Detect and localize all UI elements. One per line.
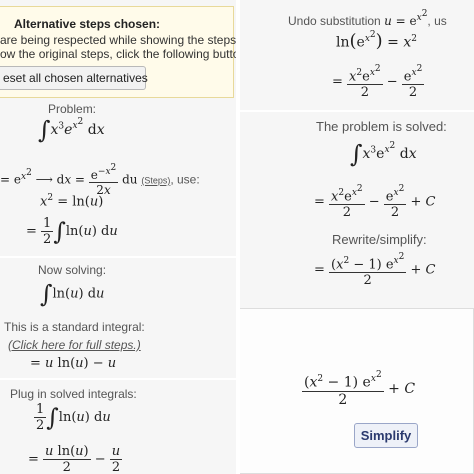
solved-result: = x2ex2 2 − ex2 2 + C — [314, 184, 436, 221]
standard-integral-result: = u ln(u) − u — [30, 356, 117, 371]
use-label: , use: — [170, 172, 200, 187]
steps-link[interactable]: (Steps) — [141, 176, 170, 186]
log-identity: ln(ex2) = x2 — [336, 30, 417, 52]
rewritten-integral: = 1 2 ∫ln(u) du — [26, 216, 118, 247]
now-solving-label: Now solving: — [38, 263, 107, 277]
plug-in-label: Plug in solved integrals: — [10, 387, 137, 401]
reset-alternatives-button[interactable]: eset all chosen alternatives — [0, 66, 148, 90]
right-steps-panel: Undo substitution u = ex2, us ln(ex2) = … — [240, 0, 474, 474]
plug-in-result: = u ln(u) 2 − u2 — [28, 444, 123, 474]
alt-steps-line1: are being respected while showing the st… — [0, 33, 236, 47]
plug-in-integral: 1 2 ∫ln(u) du — [34, 402, 111, 433]
undo-substitution-label: Undo substitution u = ex2, us — [288, 9, 447, 28]
rewrite-simplify-label: Rewrite/simplify: — [332, 232, 427, 247]
undo-result: = x2ex2 2 − ex2 2 — [332, 64, 425, 101]
alt-steps-title: Alternative steps chosen: — [14, 17, 161, 31]
now-solving-integral: ∫ln(u) du — [40, 280, 105, 308]
right-divider — [240, 110, 474, 112]
alt-steps-line2: ow the original steps, click the followi… — [0, 47, 236, 61]
identity-line: x2 = ln(u) — [40, 193, 104, 210]
rewritten-result: = (x2 − 1) ex2 2 + C — [314, 252, 436, 289]
standard-integral-label: This is a standard integral: — [4, 320, 145, 334]
full-steps-link[interactable]: (Click here for full steps.) — [8, 338, 141, 352]
simplify-button[interactable]: Simplify — [354, 423, 418, 448]
step-divider — [0, 256, 236, 258]
solved-integral: ∫x3ex2 dx — [350, 140, 417, 168]
left-steps-panel: Alternative steps chosen: are being resp… — [0, 0, 236, 474]
substitution-line: = ex2 ⟶ dx = e−x2 2x du (Steps), use: — [0, 163, 200, 197]
substitution-du: du — [122, 172, 138, 187]
undo-label-text: Undo substitution — [288, 14, 381, 28]
problem-label: Problem: — [48, 102, 97, 116]
final-answer: (x2 − 1) ex2 2 + C — [302, 370, 416, 408]
step-divider-2 — [0, 378, 236, 380]
problem-integral: ∫x3ex2 dx — [38, 116, 105, 144]
undo-suffix: , us — [427, 14, 447, 28]
problem-solved-label: The problem is solved: — [316, 119, 447, 134]
